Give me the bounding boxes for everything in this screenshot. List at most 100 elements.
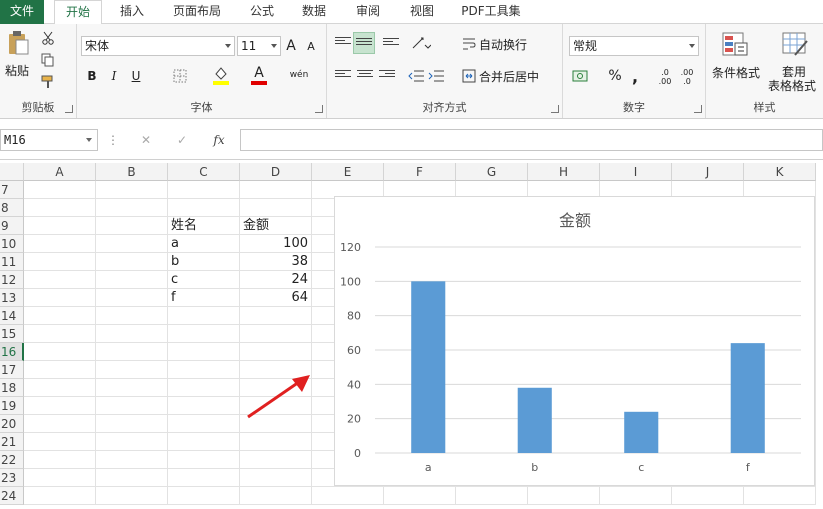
grid-cell[interactable] <box>24 361 96 379</box>
conditional-formatting-icon[interactable] <box>720 30 750 60</box>
percent-button[interactable]: % <box>607 66 623 86</box>
align-bottom-icon[interactable] <box>383 38 399 50</box>
format-as-table-line2[interactable]: 表格格式 <box>762 78 822 93</box>
column-header-d[interactable]: D <box>240 163 312 181</box>
bar-b[interactable] <box>517 387 552 453</box>
row-header-21[interactable]: 21 <box>0 433 24 451</box>
tab-insert[interactable]: 插入 <box>110 0 154 24</box>
bar-a[interactable] <box>411 281 446 453</box>
font-launcher-icon[interactable] <box>315 105 323 113</box>
table-row-name[interactable]: f <box>168 289 240 307</box>
select-all-corner[interactable] <box>0 163 24 181</box>
comma-style-button[interactable]: , <box>627 66 643 86</box>
grid-cell[interactable] <box>240 325 312 343</box>
row-header-9[interactable]: 9 <box>0 217 24 235</box>
row-header-15[interactable]: 15 <box>0 325 24 343</box>
grid-cell[interactable] <box>24 289 96 307</box>
grid-cell[interactable] <box>240 487 312 505</box>
grid-cell[interactable] <box>168 397 240 415</box>
column-header-i[interactable]: I <box>600 163 672 181</box>
grid-cell[interactable] <box>24 181 96 199</box>
grid-cell[interactable] <box>240 451 312 469</box>
column-header-k[interactable]: K <box>744 163 816 181</box>
increase-decimal-button[interactable]: .0 .00 <box>655 66 675 88</box>
grid-cell[interactable] <box>96 433 168 451</box>
grid-cell[interactable] <box>240 307 312 325</box>
table-row-amount[interactable]: 24 <box>240 271 312 289</box>
bold-button[interactable]: B <box>83 66 101 86</box>
grid-cell[interactable] <box>168 487 240 505</box>
paste-button[interactable]: 粘贴 <box>2 62 32 78</box>
column-header-g[interactable]: G <box>456 163 528 181</box>
merge-center-button[interactable]: 合并后居中 <box>479 68 545 84</box>
grid-cell[interactable] <box>168 415 240 433</box>
row-header-18[interactable]: 18 <box>0 379 24 397</box>
grid-cell[interactable] <box>672 487 744 505</box>
table-row-amount[interactable]: 38 <box>240 253 312 271</box>
grid-cell[interactable] <box>96 271 168 289</box>
grid-cell[interactable] <box>24 487 96 505</box>
grid-cell[interactable] <box>240 469 312 487</box>
grid-cell[interactable] <box>312 487 384 505</box>
column-header-c[interactable]: C <box>168 163 240 181</box>
grid-cell[interactable] <box>96 235 168 253</box>
grid-cell[interactable] <box>168 361 240 379</box>
grow-font-button[interactable]: A <box>283 36 299 56</box>
wrap-text-button[interactable]: 自动换行 <box>479 36 533 52</box>
bar-f[interactable] <box>730 343 765 453</box>
grid-cell[interactable] <box>96 307 168 325</box>
grid-cell[interactable] <box>96 217 168 235</box>
grid-cell[interactable] <box>168 451 240 469</box>
format-painter-icon[interactable] <box>40 74 56 90</box>
merge-center-icon[interactable] <box>461 68 477 84</box>
row-header-20[interactable]: 20 <box>0 415 24 433</box>
row-header-7[interactable]: 7 <box>0 181 24 199</box>
underline-button[interactable]: U <box>127 66 145 86</box>
tab-data[interactable]: 数据 <box>296 0 332 24</box>
grid-cell[interactable] <box>24 415 96 433</box>
row-header-14[interactable]: 14 <box>0 307 24 325</box>
grid-cell[interactable] <box>24 199 96 217</box>
accounting-format-icon[interactable] <box>571 66 595 86</box>
tab-file[interactable]: 文件 <box>0 0 44 24</box>
grid-cell[interactable] <box>24 253 96 271</box>
grid-cell[interactable] <box>96 487 168 505</box>
table-row-amount[interactable]: 100 <box>240 235 312 253</box>
grid-cell[interactable] <box>168 325 240 343</box>
cut-icon[interactable] <box>40 30 56 46</box>
column-header-e[interactable]: E <box>312 163 384 181</box>
grid-cell[interactable] <box>168 307 240 325</box>
font-color-button[interactable]: A <box>249 64 269 86</box>
grid-cell[interactable] <box>96 253 168 271</box>
row-header-24[interactable]: 24 <box>0 487 24 505</box>
tab-pdf-tools[interactable]: PDF工具集 <box>456 0 526 24</box>
column-header-f[interactable]: F <box>384 163 456 181</box>
table-row-name[interactable]: c <box>168 271 240 289</box>
row-header-19[interactable]: 19 <box>0 397 24 415</box>
number-launcher-icon[interactable] <box>694 105 702 113</box>
wrap-text-icon[interactable] <box>461 36 477 52</box>
grid-cell[interactable] <box>384 487 456 505</box>
clipboard-launcher-icon[interactable] <box>65 105 73 113</box>
enter-icon[interactable]: ✓ <box>174 132 190 148</box>
grid-cell[interactable] <box>456 487 528 505</box>
grid-cell[interactable] <box>96 397 168 415</box>
decrease-decimal-button[interactable]: .00 .0 <box>677 66 697 88</box>
cell-header-name[interactable]: 姓名 <box>168 217 240 235</box>
table-row-name[interactable]: a <box>168 235 240 253</box>
column-header-j[interactable]: J <box>672 163 744 181</box>
grid-cell[interactable] <box>168 469 240 487</box>
grid-cell[interactable] <box>24 217 96 235</box>
grid-cell[interactable] <box>24 379 96 397</box>
number-format-select[interactable]: 常规 <box>569 36 699 56</box>
row-header-10[interactable]: 10 <box>0 235 24 253</box>
grid-cell[interactable] <box>96 181 168 199</box>
align-top-icon[interactable] <box>335 37 351 49</box>
insert-function-icon[interactable]: fx <box>210 132 228 148</box>
grid-cell[interactable] <box>96 361 168 379</box>
phonetic-guide-button[interactable]: wén <box>287 64 311 86</box>
formula-input[interactable] <box>240 129 823 151</box>
row-header-22[interactable]: 22 <box>0 451 24 469</box>
grid-cell[interactable] <box>168 379 240 397</box>
align-center-icon[interactable] <box>357 70 373 82</box>
